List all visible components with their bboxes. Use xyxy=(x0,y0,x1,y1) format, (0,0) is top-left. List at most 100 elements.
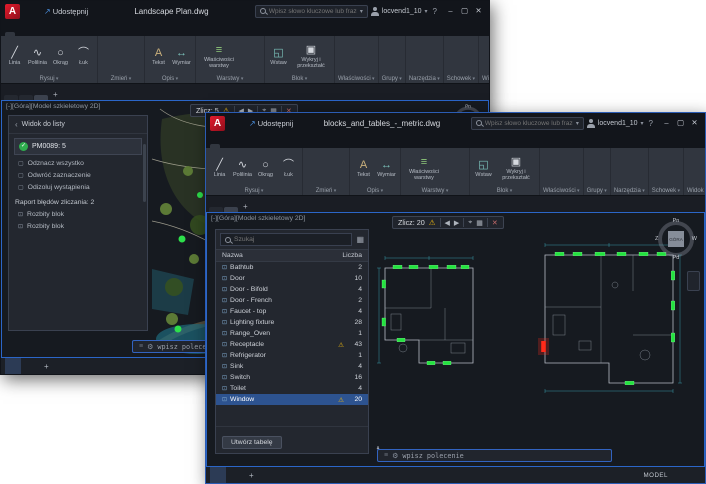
panel-label-utilities[interactable]: Narzędzia xyxy=(406,76,443,83)
palette-search-input[interactable] xyxy=(234,236,348,243)
match-properties-icon[interactable] xyxy=(346,46,356,56)
fillet-icon[interactable] xyxy=(326,168,336,178)
dimension-button[interactable]: ↔ Wymiar xyxy=(376,159,397,178)
text-button[interactable]: A Tekst xyxy=(353,159,374,178)
layer-color-icon[interactable] xyxy=(251,56,261,66)
ucs-tool-icon[interactable] xyxy=(687,163,697,173)
new-file-tab-button[interactable]: + xyxy=(49,89,62,100)
minimize-button[interactable]: – xyxy=(660,116,673,130)
help-search[interactable]: ▾ xyxy=(470,116,584,130)
panel-label-draw[interactable]: Rysuj xyxy=(206,188,302,195)
panel-label-layers[interactable]: Warstwy xyxy=(196,76,264,83)
error-report-item[interactable]: ⊡ Rozbity blok xyxy=(9,208,147,220)
selected-block-item[interactable]: ✓ PM0089: 5 xyxy=(14,138,142,155)
command-line[interactable]: ≡ ⚙ wpisz polecenie xyxy=(377,449,612,462)
palette-option[interactable]: ▢ Odznacz wszystko xyxy=(9,157,147,169)
layer-properties-button[interactable]: ≡ Właściwości warstwy xyxy=(199,44,239,69)
titlebar[interactable]: A ↗Udostępnij Landscape Plan.dwg ▾ locve… xyxy=(1,1,489,21)
column-name[interactable]: Nazwa xyxy=(222,252,342,259)
count-row[interactable]: ⊡ Door - Bifold ⚠ 4 xyxy=(216,284,368,295)
back-arrow-icon[interactable]: ‹ xyxy=(15,120,18,129)
model-space-label[interactable]: MODEL xyxy=(643,472,668,479)
panel-label-groups[interactable]: Grupy xyxy=(379,76,405,83)
error-report-item[interactable]: ⊡ Rozbity blok xyxy=(9,220,147,232)
ungroup-icon[interactable] xyxy=(392,51,402,61)
copy-icon[interactable] xyxy=(306,168,316,178)
autocad-logo-icon[interactable]: A xyxy=(5,3,20,19)
palette-option[interactable]: ▢ Odizoluj wystąpienia xyxy=(9,181,147,193)
grip-icon[interactable]: ≡ xyxy=(139,343,143,350)
search-caret-icon[interactable]: ▾ xyxy=(360,8,363,15)
panel-label-view[interactable]: Widok xyxy=(684,188,705,195)
panel-label-properties[interactable]: Właściwości xyxy=(335,76,378,83)
count-row[interactable]: ⊡ Faucet - top ⚠ 4 xyxy=(216,306,368,317)
panel-label-utilities[interactable]: Narzędzia xyxy=(611,188,648,195)
account-menu[interactable]: locvend1_10 ▾ xyxy=(586,118,644,128)
panel-label-properties[interactable]: Właściwości xyxy=(540,188,583,195)
count-row[interactable]: ⊡ Lighting fixture ⚠ 28 xyxy=(216,317,368,328)
panel-label-draw[interactable]: Rysuj xyxy=(1,76,97,83)
fillet-icon[interactable] xyxy=(121,56,131,66)
arc-icon[interactable]: ⌒ Łuk xyxy=(278,159,299,178)
search-caret-icon[interactable]: ▾ xyxy=(576,120,579,127)
new-layout-button[interactable]: + xyxy=(40,362,53,371)
command-prompt[interactable]: wpisz polecenie xyxy=(402,452,463,460)
layer-on-icon[interactable] xyxy=(241,46,251,56)
count-zoom-button[interactable]: ⌖ xyxy=(468,219,472,227)
create-table-button[interactable]: Utwórz tabelę xyxy=(222,436,282,449)
paste-icon[interactable] xyxy=(656,163,666,173)
count-row[interactable]: ⊡ Switch ⚠ 16 xyxy=(216,372,368,383)
copy-clip-icon[interactable] xyxy=(461,51,471,61)
measure-icon[interactable] xyxy=(414,51,424,61)
palette-option[interactable]: ▢ Odwróć zaznaczenie xyxy=(9,169,147,181)
viewcube-top-face[interactable]: GÓRA xyxy=(668,231,684,247)
titlebar[interactable]: A ↗ Udostępnij blocks_and_tables_-_metric… xyxy=(206,113,705,133)
column-count[interactable]: Liczba xyxy=(342,252,362,259)
layer-on-icon[interactable] xyxy=(446,158,456,168)
move-icon[interactable] xyxy=(101,46,111,56)
move-icon[interactable] xyxy=(306,158,316,168)
columns-icon[interactable]: ▦ xyxy=(356,235,364,244)
trim-icon[interactable] xyxy=(326,158,336,168)
share-button[interactable]: ↗ Udostępnij xyxy=(249,119,293,128)
group-icon[interactable] xyxy=(382,51,392,61)
panel-label-view[interactable]: Widok xyxy=(479,76,489,83)
polyline-icon[interactable]: ∿ Polilinia xyxy=(27,47,48,66)
panel-label-clipboard[interactable]: Schowek xyxy=(444,76,478,83)
count-row[interactable]: ⊡ Refrigerator ⚠ 1 xyxy=(216,350,368,361)
mirror-icon[interactable] xyxy=(111,56,121,66)
trim-icon[interactable] xyxy=(121,46,131,56)
ungroup-icon[interactable] xyxy=(597,163,607,173)
panel-label-layers[interactable]: Warstwy xyxy=(401,188,469,195)
drawing-area[interactable]: [-][Góra][Model szkieletowy 2D] Zlicz: 2… xyxy=(206,212,705,467)
color-swatch-icon[interactable] xyxy=(356,46,366,56)
quick-select-icon[interactable] xyxy=(424,51,434,61)
erase-icon[interactable] xyxy=(336,158,346,168)
share-button[interactable]: ↗ Udostępnij xyxy=(44,7,88,16)
measure-icon[interactable] xyxy=(619,163,629,173)
polyline-icon[interactable]: ∿ Polilinia xyxy=(232,159,253,178)
quick-select-icon[interactable] xyxy=(629,163,639,173)
panel-label-clipboard[interactable]: Schowek xyxy=(649,188,683,195)
count-close-button[interactable]: ✕ xyxy=(492,219,498,227)
layer-lock-icon[interactable] xyxy=(241,56,251,66)
arc-icon[interactable]: ⌒ Łuk xyxy=(73,47,94,66)
count-next-button[interactable]: ▶ xyxy=(454,219,459,227)
layer-freeze-icon[interactable] xyxy=(456,158,466,168)
lineweight-icon[interactable] xyxy=(356,56,366,66)
dimension-button[interactable]: ↔ Wymiar xyxy=(171,47,192,66)
close-button[interactable]: ✕ xyxy=(472,4,485,18)
lineweight-icon[interactable] xyxy=(561,168,571,178)
rotate-icon[interactable] xyxy=(111,46,121,56)
new-layout-button[interactable]: + xyxy=(245,471,258,480)
table-header[interactable]: Nazwa Liczba xyxy=(216,249,368,262)
help-search[interactable]: ▾ xyxy=(254,4,368,18)
layer-freeze-icon[interactable] xyxy=(251,46,261,56)
layout-tab[interactable] xyxy=(227,467,243,483)
panel-label-block[interactable]: Blok xyxy=(470,188,539,195)
insert-block-button[interactable]: ◱ Wstaw xyxy=(473,159,494,178)
count-row[interactable]: ⊡ Door ⚠ 10 xyxy=(216,273,368,284)
close-button[interactable]: ✕ xyxy=(688,116,701,130)
layer-color-icon[interactable] xyxy=(456,168,466,178)
search-input[interactable] xyxy=(268,7,357,15)
